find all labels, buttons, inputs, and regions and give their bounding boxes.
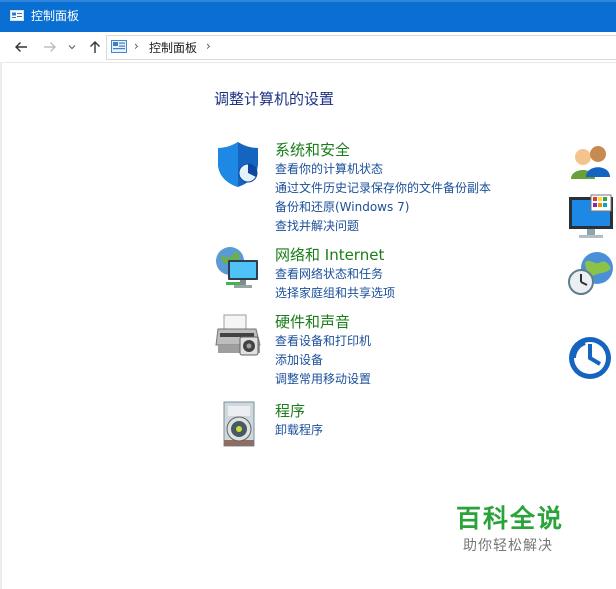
chevron-down-icon — [68, 45, 76, 50]
link-mobility-settings[interactable]: 调整常用移动设置 — [275, 370, 371, 389]
link-backup-restore[interactable]: 备份和还原(Windows 7) — [275, 198, 491, 217]
clock-globe-icon — [568, 252, 613, 295]
up-arrow-icon — [90, 41, 100, 53]
back-arrow-icon — [15, 42, 27, 52]
category-title-network-internet[interactable]: 网络和 Internet — [275, 244, 384, 265]
shield-icon[interactable] — [214, 139, 264, 189]
category-hardware-sound: 硬件和声音 查看设备和打印机 添加设备 调整常用移动设置 — [214, 311, 514, 391]
user-accounts-icon — [571, 146, 610, 179]
program-disc-icon[interactable] — [214, 400, 264, 450]
recent-locations-button[interactable] — [66, 38, 78, 56]
category-network-internet: 网络和 Internet 查看网络状态和任务 选择家庭组和共享选项 — [214, 244, 514, 304]
page-heading: 调整计算机的设置 — [214, 90, 335, 108]
link-view-computer-status[interactable]: 查看你的计算机状态 — [275, 160, 491, 179]
appearance-category[interactable] — [567, 193, 616, 241]
link-devices-printers[interactable]: 查看设备和打印机 — [275, 332, 371, 351]
watermark-subtitle: 助你轻松解决 — [463, 538, 553, 554]
breadcrumb-separator[interactable]: › — [206, 39, 211, 53]
link-troubleshoot[interactable]: 查找并解决问题 — [275, 217, 491, 236]
clock-region-category[interactable] — [567, 250, 616, 298]
network-globe-icon[interactable] — [214, 244, 264, 294]
appearance-display-icon — [569, 194, 613, 238]
up-button[interactable] — [86, 38, 104, 56]
window-left-edge — [0, 62, 2, 589]
ease-of-access-icon — [569, 337, 611, 379]
user-accounts-category[interactable] — [567, 141, 616, 189]
link-file-history-backup[interactable]: 通过文件历史记录保存你的文件备份副本 — [275, 179, 491, 198]
category-title-system-security[interactable]: 系统和安全 — [275, 139, 350, 160]
link-uninstall-program[interactable]: 卸载程序 — [275, 421, 323, 440]
address-bar[interactable]: › 控制面板 › — [106, 35, 616, 60]
ease-of-access-category[interactable] — [567, 334, 616, 382]
watermark: 百科全说 助你轻松解决 — [456, 503, 564, 555]
printer-icon[interactable] — [214, 311, 264, 361]
link-homegroup-sharing[interactable]: 选择家庭组和共享选项 — [275, 284, 395, 303]
back-button[interactable] — [12, 38, 30, 56]
category-system-security: 系统和安全 查看你的计算机状态 通过文件历史记录保存你的文件备份副本 备份和还原… — [214, 139, 514, 239]
control-panel-app-icon — [10, 10, 24, 21]
link-add-device[interactable]: 添加设备 — [275, 351, 371, 370]
title-bar-top-line — [0, 0, 616, 2]
navigation-bar: › 控制面板 › — [0, 32, 616, 63]
breadcrumb-separator[interactable]: › — [134, 39, 139, 53]
forward-arrow-icon — [44, 42, 56, 52]
window-title: 控制面板 — [31, 9, 80, 23]
category-title-programs[interactable]: 程序 — [275, 400, 305, 421]
category-title-hardware-sound[interactable]: 硬件和声音 — [275, 311, 350, 332]
control-panel-icon — [111, 40, 127, 53]
category-programs: 程序 卸载程序 — [214, 400, 514, 450]
link-view-network-status[interactable]: 查看网络状态和任务 — [275, 265, 395, 284]
forward-button[interactable] — [41, 38, 59, 56]
watermark-title: 百科全说 — [456, 504, 565, 533]
breadcrumb-control-panel[interactable]: 控制面板 — [149, 39, 197, 56]
title-bar[interactable]: 控制面板 — [0, 0, 616, 32]
